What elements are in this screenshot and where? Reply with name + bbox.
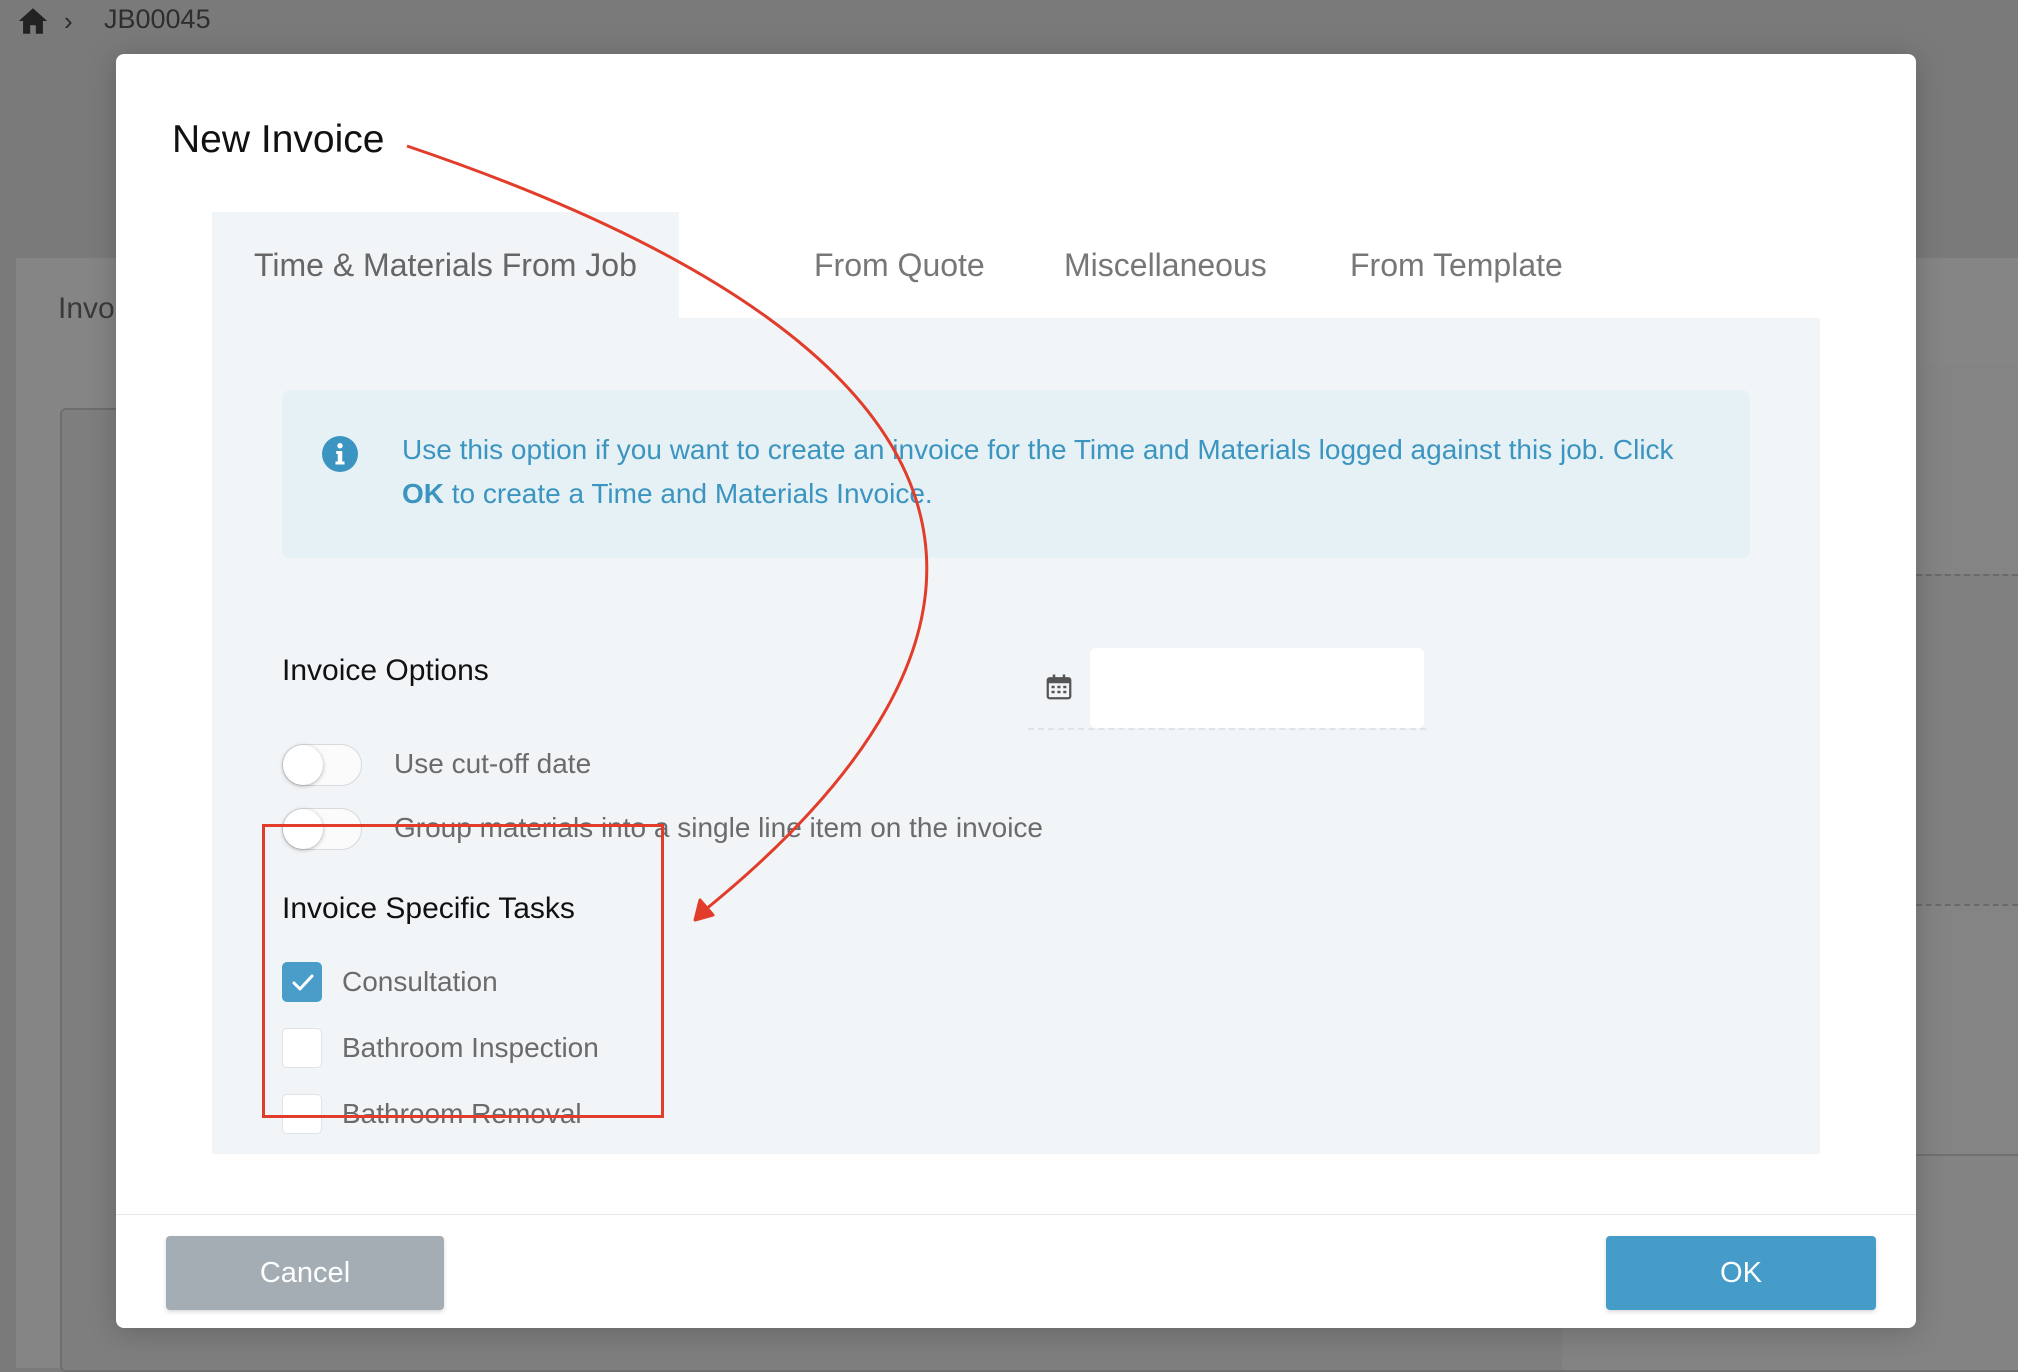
cutoff-date-label: Use cut-off date	[394, 748, 592, 779]
date-field-underline	[1028, 728, 1426, 730]
breadcrumb-job-id[interactable]: JB00045	[104, 4, 211, 35]
modal-footer-divider	[116, 1214, 1916, 1215]
tab-miscellaneous[interactable]: Miscellaneous	[1064, 212, 1267, 318]
background-block	[1916, 904, 2018, 1156]
cancel-button[interactable]: Cancel	[166, 1236, 444, 1310]
background-block	[1916, 364, 2018, 574]
invoice-options-title: Invoice Options	[282, 654, 489, 687]
info-box: Use this option if you want to create an…	[282, 390, 1750, 558]
info-text: Use this option if you want to create an…	[402, 434, 1674, 509]
home-icon[interactable]	[16, 4, 50, 38]
annotation-highlight-box	[262, 824, 664, 1118]
background-section-label: Invo	[58, 292, 115, 325]
ok-button[interactable]: OK	[1606, 1236, 1876, 1310]
cutoff-date-toggle[interactable]	[282, 744, 362, 786]
invoice-type-tabs: Time & Materials From Job From Quote Mis…	[212, 212, 1820, 319]
info-icon	[322, 436, 358, 472]
toggle-knob	[283, 745, 323, 785]
cutoff-date-input[interactable]	[1090, 648, 1424, 728]
background-block	[1916, 574, 2018, 906]
modal-title: New Invoice	[172, 118, 385, 161]
top-bar: › JB00045	[0, 0, 2018, 60]
chevron-right-icon: ›	[64, 6, 73, 36]
tab-time-materials[interactable]: Time & Materials From Job	[212, 212, 679, 318]
info-ok-emphasis: OK	[402, 478, 444, 509]
calendar-icon[interactable]	[1044, 672, 1074, 702]
tab-from-template[interactable]: From Template	[1350, 212, 1563, 318]
new-invoice-modal: New Invoice Time & Materials From Job Fr…	[116, 54, 1916, 1328]
tab-from-quote[interactable]: From Quote	[814, 212, 985, 318]
